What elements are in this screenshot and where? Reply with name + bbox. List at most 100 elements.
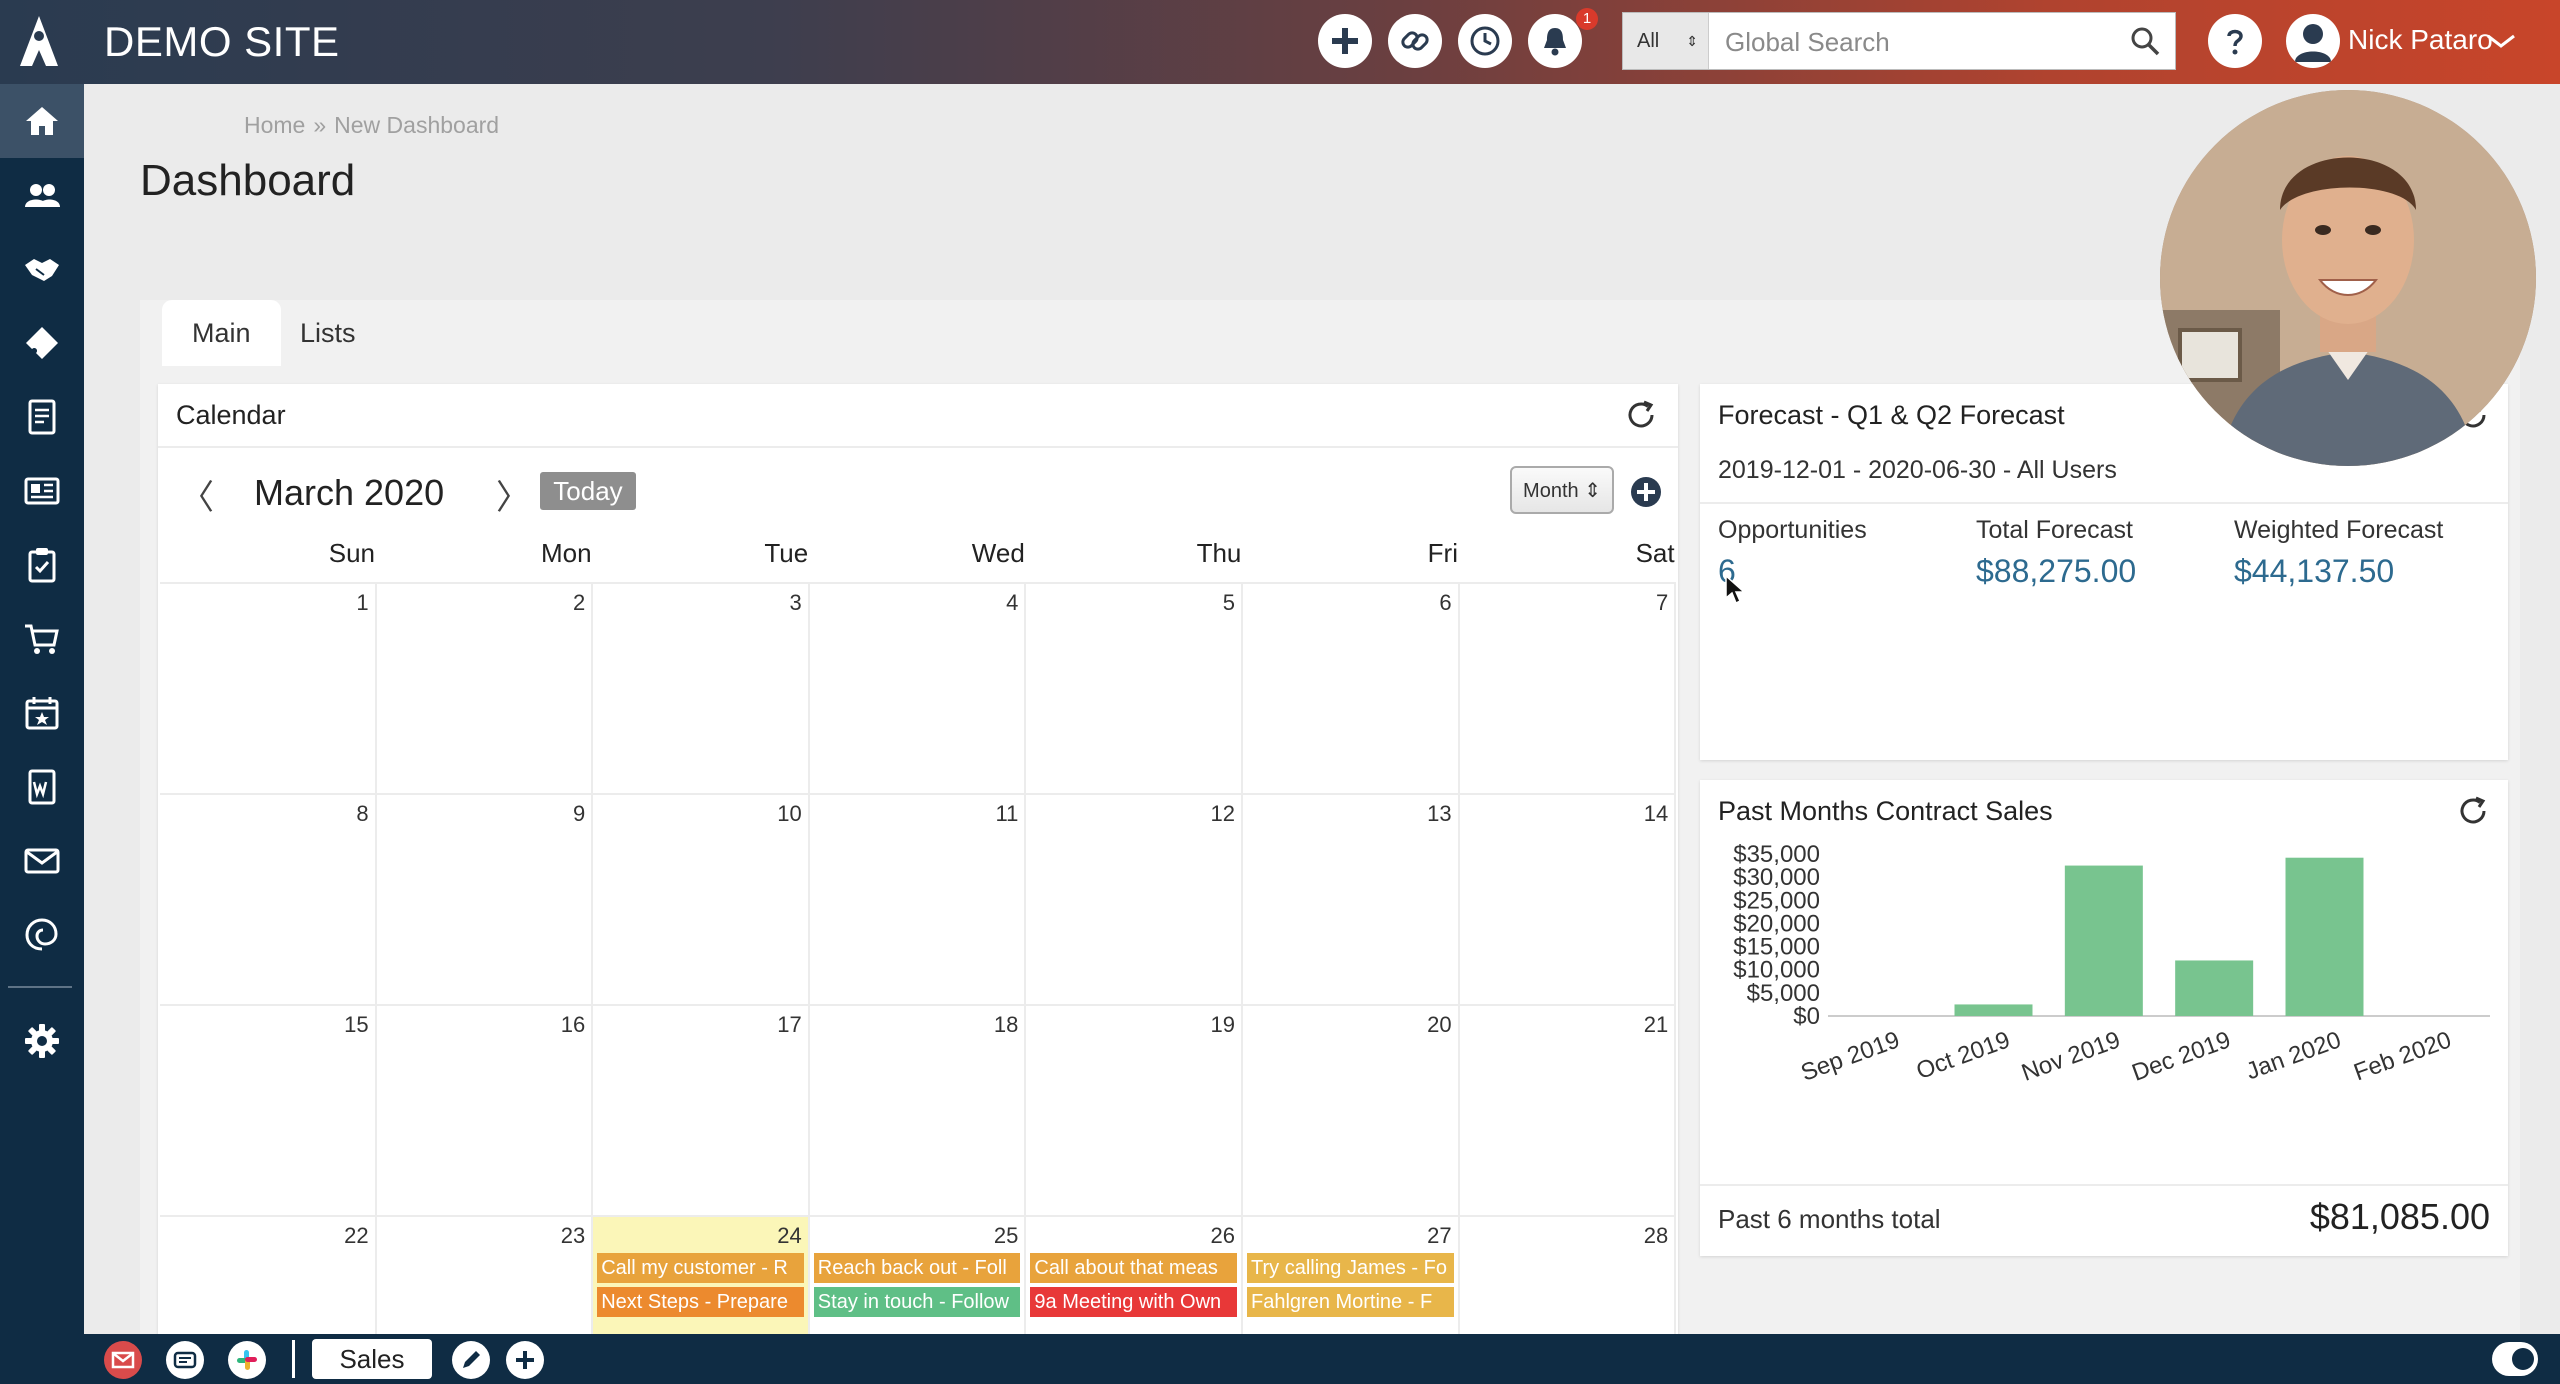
calendar-day-cell[interactable]: 15 bbox=[160, 1004, 377, 1215]
day-number[interactable]: 1 bbox=[356, 590, 368, 616]
calendar-day-cell[interactable]: 26 Call about that meas 9a Meeting with Ow… bbox=[1026, 1215, 1243, 1345]
calendar-day-cell[interactable]: 7 bbox=[1459, 582, 1677, 793]
search-scope-select[interactable]: All ⇕ bbox=[1623, 13, 1709, 69]
day-number[interactable]: 7 bbox=[1656, 590, 1668, 616]
sidebar-item-deals[interactable] bbox=[0, 232, 84, 306]
day-number[interactable]: 9 bbox=[573, 801, 585, 827]
calendar-day-cell[interactable]: 9 bbox=[376, 793, 594, 1004]
calendar-event[interactable]: Fahlgren Mortine - F bbox=[1247, 1287, 1454, 1317]
sidebar-item-home[interactable] bbox=[0, 84, 84, 158]
day-number[interactable]: 3 bbox=[790, 590, 802, 616]
user-avatar[interactable] bbox=[2286, 14, 2340, 68]
refresh-icon[interactable] bbox=[2456, 794, 2490, 828]
bar[interactable] bbox=[2285, 857, 2364, 1016]
day-number[interactable]: 17 bbox=[777, 1012, 801, 1038]
calendar-event[interactable]: Next Steps - Prepare bbox=[597, 1287, 804, 1317]
sidebar-item-settings[interactable] bbox=[0, 1004, 84, 1078]
tab-lists[interactable]: Lists bbox=[270, 300, 386, 366]
calendar-event[interactable]: Call my customer - R bbox=[597, 1253, 804, 1283]
calendar-day-cell[interactable]: 17 bbox=[593, 1004, 810, 1215]
calendar-day-cell[interactable]: 21 bbox=[1459, 1004, 1677, 1215]
calendar-day-cell[interactable]: 4 bbox=[809, 582, 1027, 793]
day-number[interactable]: 24 bbox=[777, 1223, 801, 1249]
day-number[interactable]: 12 bbox=[1211, 801, 1235, 827]
day-number[interactable]: 10 bbox=[777, 801, 801, 827]
calendar-day-cell[interactable]: 3 bbox=[593, 582, 810, 793]
next-month-button[interactable]: 〉 bbox=[496, 470, 530, 519]
search-icon[interactable] bbox=[2129, 25, 2161, 57]
breadcrumb-home[interactable]: Home bbox=[244, 112, 305, 138]
day-number[interactable]: 5 bbox=[1223, 590, 1235, 616]
calendar-day-cell[interactable]: 23 bbox=[376, 1215, 594, 1345]
day-number[interactable]: 27 bbox=[1427, 1223, 1451, 1249]
calendar-day-cell[interactable]: 16 bbox=[376, 1004, 594, 1215]
calendar-day-cell[interactable]: 27 Try calling James - Fo Fahlgren Mortine… bbox=[1243, 1215, 1460, 1345]
slack-button[interactable] bbox=[228, 1341, 266, 1379]
calendar-event[interactable]: 9a Meeting with Own bbox=[1030, 1287, 1237, 1317]
calendar-day-cell[interactable]: 28 bbox=[1459, 1215, 1677, 1345]
day-number[interactable]: 4 bbox=[1006, 590, 1018, 616]
calendar-day-cell[interactable]: 25 Reach back out - Foll Stay in touch - F… bbox=[809, 1215, 1027, 1345]
bar[interactable] bbox=[1954, 1004, 2033, 1016]
chevron-down-icon[interactable] bbox=[2484, 28, 2518, 54]
search-input[interactable] bbox=[1723, 13, 2107, 71]
calendar-day-cell[interactable]: 19 bbox=[1026, 1004, 1243, 1215]
user-name[interactable]: Nick Pataro bbox=[2348, 24, 2493, 56]
calendar-day-cell[interactable]: 20 bbox=[1243, 1004, 1460, 1215]
sidebar-item-campaigns[interactable] bbox=[0, 454, 84, 528]
sidebar-item-orders[interactable] bbox=[0, 602, 84, 676]
day-number[interactable]: 23 bbox=[561, 1223, 585, 1249]
calendar-event[interactable]: Try calling James - Fo bbox=[1247, 1253, 1454, 1283]
calendar-day-cell[interactable]: 13 bbox=[1243, 793, 1460, 1004]
day-number[interactable]: 6 bbox=[1439, 590, 1451, 616]
bar[interactable] bbox=[2175, 960, 2254, 1016]
day-number[interactable]: 22 bbox=[344, 1223, 368, 1249]
calendar-day-cell[interactable]: 6 bbox=[1243, 582, 1460, 793]
calendar-day-cell[interactable]: 18 bbox=[809, 1004, 1027, 1215]
quick-add-button[interactable] bbox=[506, 1341, 544, 1379]
calendar-day-cell[interactable]: 10 bbox=[593, 793, 810, 1004]
message-button[interactable] bbox=[166, 1341, 204, 1379]
add-new-button[interactable] bbox=[1318, 14, 1372, 68]
day-number[interactable]: 15 bbox=[344, 1012, 368, 1038]
mail-button[interactable] bbox=[104, 1341, 142, 1379]
weighted-forecast-value[interactable]: $44,137.50 bbox=[2234, 553, 2443, 590]
day-number[interactable]: 28 bbox=[1644, 1223, 1668, 1249]
help-button[interactable] bbox=[2208, 14, 2262, 68]
tab-main[interactable]: Main bbox=[162, 300, 281, 366]
toggle-switch[interactable] bbox=[2492, 1342, 2538, 1376]
site-title[interactable]: DEMO SITE bbox=[104, 18, 340, 66]
calendar-day-cell[interactable]: 14 bbox=[1459, 793, 1677, 1004]
day-number[interactable]: 14 bbox=[1644, 801, 1668, 827]
sales-context-button[interactable]: Sales bbox=[312, 1339, 432, 1379]
total-forecast-value[interactable]: $88,275.00 bbox=[1976, 553, 2136, 590]
recent-history-button[interactable] bbox=[1458, 14, 1512, 68]
day-number[interactable]: 20 bbox=[1427, 1012, 1451, 1038]
day-number[interactable]: 2 bbox=[573, 590, 585, 616]
calendar-event[interactable]: Reach back out - Foll bbox=[813, 1253, 1021, 1283]
sidebar-item-email[interactable] bbox=[0, 824, 84, 898]
calendar-day-cell[interactable]: 8 bbox=[160, 793, 377, 1004]
sidebar-item-tickets[interactable] bbox=[0, 306, 84, 380]
calendar-day-cell[interactable]: 24 Call my customer - R Next Steps - Prepa… bbox=[593, 1215, 810, 1345]
sidebar-item-contacts[interactable] bbox=[0, 158, 84, 232]
day-number[interactable]: 18 bbox=[994, 1012, 1018, 1038]
calendar-event[interactable]: Call about that meas bbox=[1030, 1253, 1237, 1283]
sidebar-item-tasks[interactable] bbox=[0, 528, 84, 602]
today-button[interactable]: Today bbox=[540, 472, 636, 510]
edit-button[interactable] bbox=[452, 1341, 490, 1379]
sidebar-item-word-docs[interactable] bbox=[0, 750, 84, 824]
refresh-icon[interactable] bbox=[1624, 398, 1658, 432]
sidebar-item-reports[interactable] bbox=[0, 380, 84, 454]
day-number[interactable]: 8 bbox=[356, 801, 368, 827]
day-number[interactable]: 16 bbox=[561, 1012, 585, 1038]
calendar-day-cell[interactable]: 12 bbox=[1026, 793, 1243, 1004]
calendar-day-cell[interactable]: 5 bbox=[1026, 582, 1243, 793]
day-number[interactable]: 13 bbox=[1427, 801, 1451, 827]
calendar-day-cell[interactable]: 2 bbox=[376, 582, 594, 793]
calendar-event[interactable]: Stay in touch - Follow bbox=[813, 1287, 1021, 1317]
day-number[interactable]: 26 bbox=[1211, 1223, 1235, 1249]
notifications-button[interactable] bbox=[1528, 14, 1582, 68]
day-number[interactable]: 19 bbox=[1211, 1012, 1235, 1038]
calendar-view-select[interactable]: Month ⇕ bbox=[1510, 466, 1614, 514]
